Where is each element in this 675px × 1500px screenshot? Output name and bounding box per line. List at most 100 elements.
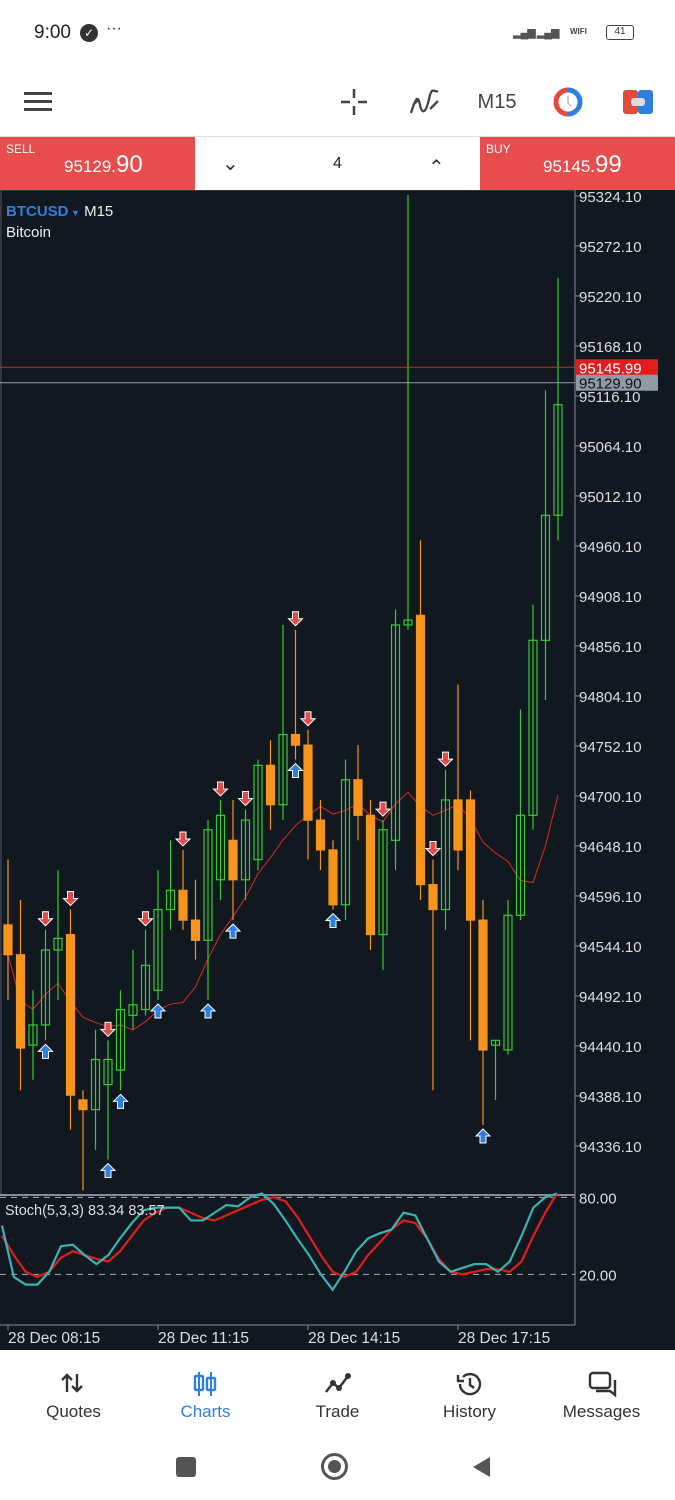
buy-signal-arrow <box>112 1093 129 1109</box>
volume-input[interactable]: 4 <box>300 137 375 191</box>
home-button[interactable] <box>321 1453 348 1480</box>
trade-button[interactable] <box>620 84 656 120</box>
buy-signal-arrow <box>37 1043 54 1059</box>
stoch-label: Stoch(5,3,3) 83.34 83.57 <box>5 1203 165 1219</box>
sell-signal-arrow <box>424 841 442 857</box>
status-bar: 9:00 ✓ ··· ▂▄▆ ▂▄▆ WIFI 41 <box>0 0 675 68</box>
price-tick-label: 94596.10 <box>579 889 642 906</box>
price-tick-label: 95272.10 <box>579 239 642 256</box>
trend-icon <box>324 1373 351 1393</box>
signal-icon: ▂▄▆ ▂▄▆ <box>513 27 559 39</box>
buy-button[interactable]: BUY 95145.99 <box>480 137 675 191</box>
sell-button[interactable]: SELL 95129.90 <box>0 137 195 191</box>
price-tick-label: 94700.10 <box>579 789 642 806</box>
toolbar: M15 <box>0 68 675 136</box>
buy-signal-arrow <box>224 923 242 939</box>
sell-signal-arrow <box>99 1021 117 1038</box>
moving-average-line <box>7 791 559 1031</box>
nav-tab-label: Trade <box>315 1402 360 1421</box>
bear-candle <box>478 919 488 1051</box>
sell-signal-arrow <box>237 791 254 807</box>
check-icon: ✓ <box>80 24 98 42</box>
buy-signal-arrow <box>99 1162 117 1179</box>
sell-signal-arrow <box>137 911 154 927</box>
clock-icon <box>553 87 583 117</box>
bear-candle <box>465 799 476 921</box>
price-tick-label: 95324.10 <box>579 190 642 206</box>
one-click-trade-panel: SELL 95129.90 ⌄ 4 ⌃ BUY 95145.99 <box>0 136 675 191</box>
nav-tab-label: Quotes <box>46 1402 101 1421</box>
chart-canvas[interactable]: 95324.1095272.1095220.1095168.1095116.10… <box>0 189 675 1350</box>
buy-label: BUY <box>486 142 511 156</box>
buy-signal-arrow <box>324 912 342 929</box>
volume-increase-button[interactable]: ⌃ <box>428 155 445 180</box>
battery-icon: 41 <box>606 25 634 40</box>
buy-price-big: 99 <box>595 151 622 178</box>
price-tick-label: 94804.10 <box>579 689 642 706</box>
back-button[interactable] <box>470 1455 492 1479</box>
nav-tab-history[interactable]: History <box>402 1350 537 1440</box>
volume-decrease-button[interactable]: ⌄ <box>222 151 239 176</box>
bear-candle <box>315 819 326 851</box>
main-pane-border <box>0 189 576 1196</box>
bear-candle <box>453 799 463 851</box>
nav-tab-trade[interactable]: Trade <box>270 1350 405 1440</box>
time-tick-label: 28 Dec 14:15 <box>308 1330 400 1347</box>
bear-candle <box>415 614 426 886</box>
bear-candle <box>190 919 201 941</box>
buy-price-main: 95145. <box>543 157 595 176</box>
recents-button[interactable] <box>176 1457 196 1477</box>
sell-signal-arrow <box>299 711 317 727</box>
history-icon <box>456 1372 481 1396</box>
bear-candle <box>65 933 76 1096</box>
more-icon: ··· <box>106 20 122 37</box>
bear-candle <box>353 779 363 816</box>
nav-tab-label: History <box>443 1402 496 1421</box>
price-tick-label: 94960.10 <box>579 539 642 556</box>
stoch-level-label: 80.00 <box>579 1190 617 1207</box>
nav-tab-messages[interactable]: Messages <box>534 1350 669 1440</box>
sell-signal-arrow <box>62 891 79 907</box>
sell-price-big: 90 <box>116 151 143 178</box>
ask-price-label: 95145.99 <box>579 360 642 377</box>
candles-icon <box>193 1372 216 1396</box>
clock-button[interactable] <box>550 84 586 120</box>
crosshair-icon <box>341 89 367 115</box>
bear-candle <box>228 839 238 881</box>
bear-candle <box>265 764 276 806</box>
time-tick-label: 28 Dec 08:15 <box>8 1330 100 1347</box>
price-tick-label: 94336.10 <box>579 1139 642 1156</box>
indicators-button[interactable] <box>406 84 442 120</box>
nav-tab-charts[interactable]: Charts <box>138 1350 273 1440</box>
price-tick-label: 94492.10 <box>579 989 642 1006</box>
bear-candle <box>178 889 188 921</box>
timeframe-button[interactable]: M15 <box>474 84 520 120</box>
sell-price-main: 95129. <box>64 157 116 176</box>
bear-candle <box>428 883 438 911</box>
buy-signal-arrow <box>474 1128 492 1144</box>
symbol-label[interactable]: BTCUSD <box>6 203 69 220</box>
crosshair-button[interactable] <box>336 84 372 120</box>
nav-tab-quotes[interactable]: Quotes <box>6 1350 141 1440</box>
sell-label: SELL <box>6 142 36 156</box>
symbol-description: Bitcoin <box>6 224 52 241</box>
indicators-icon <box>409 89 439 114</box>
price-chart[interactable]: 95324.10 95272.10 95220.10 95168.10 95116.10… <box>0 189 675 1350</box>
arrows-updown-icon <box>60 1373 83 1393</box>
menu-button[interactable] <box>22 84 54 120</box>
wifi-label: WIFI <box>570 27 587 36</box>
price-tick-label: 94388.10 <box>579 1089 642 1106</box>
nav-tab-label: Charts <box>180 1402 231 1421</box>
price-tick-label: 95168.10 <box>579 339 642 356</box>
time-tick-label: 28 Dec 11:15 <box>158 1330 249 1347</box>
bear-candle <box>365 814 376 936</box>
price-tick-label: 94544.10 <box>579 939 642 956</box>
buy-signal-arrow <box>149 1003 167 1019</box>
messages-icon <box>588 1371 616 1398</box>
sell-signal-arrow <box>37 911 54 927</box>
sell-signal-arrow <box>437 751 454 767</box>
price-tick-label: 95220.10 <box>579 289 642 306</box>
price-tick-label: 95012.10 <box>579 489 642 506</box>
bottom-navigation: Quotes Charts Trade History Messages <box>0 1350 675 1440</box>
bear-candle <box>290 733 301 746</box>
